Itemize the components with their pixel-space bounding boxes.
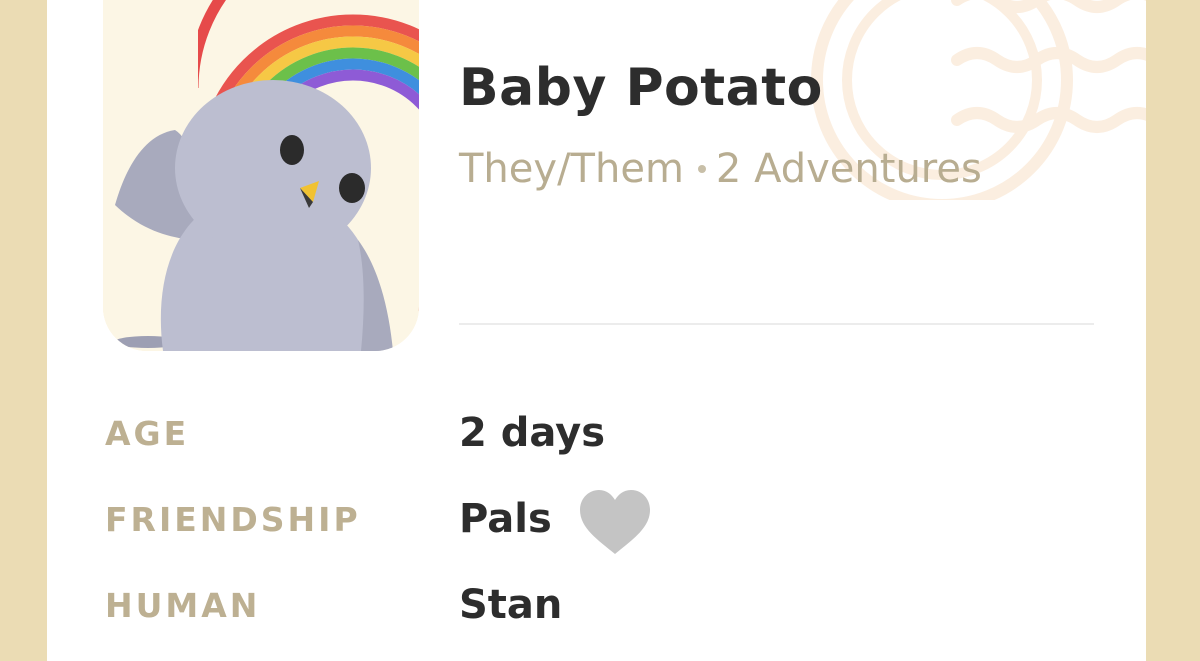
separator-dot <box>697 165 706 173</box>
age-label: AGE <box>105 414 190 453</box>
pronouns-text: They/Them <box>459 146 684 192</box>
heart-icon[interactable] <box>578 488 652 556</box>
divider <box>459 323 1094 325</box>
age-value: 2 days <box>459 410 606 456</box>
pet-profile-card: Baby Potato They/Them 2 Adventures AGE 2 … <box>47 0 1146 661</box>
bird-with-rainbow-illustration <box>103 0 419 351</box>
friendship-value: Pals <box>459 496 552 542</box>
pet-subtitle: They/Them 2 Adventures <box>459 146 982 192</box>
pet-avatar[interactable] <box>103 0 419 351</box>
friendship-label: FRIENDSHIP <box>105 500 361 539</box>
human-label: HUMAN <box>105 586 261 625</box>
pet-name: Baby Potato <box>459 58 823 118</box>
human-value[interactable]: Stan <box>459 582 562 628</box>
adventures-count[interactable]: 2 Adventures <box>716 146 982 192</box>
